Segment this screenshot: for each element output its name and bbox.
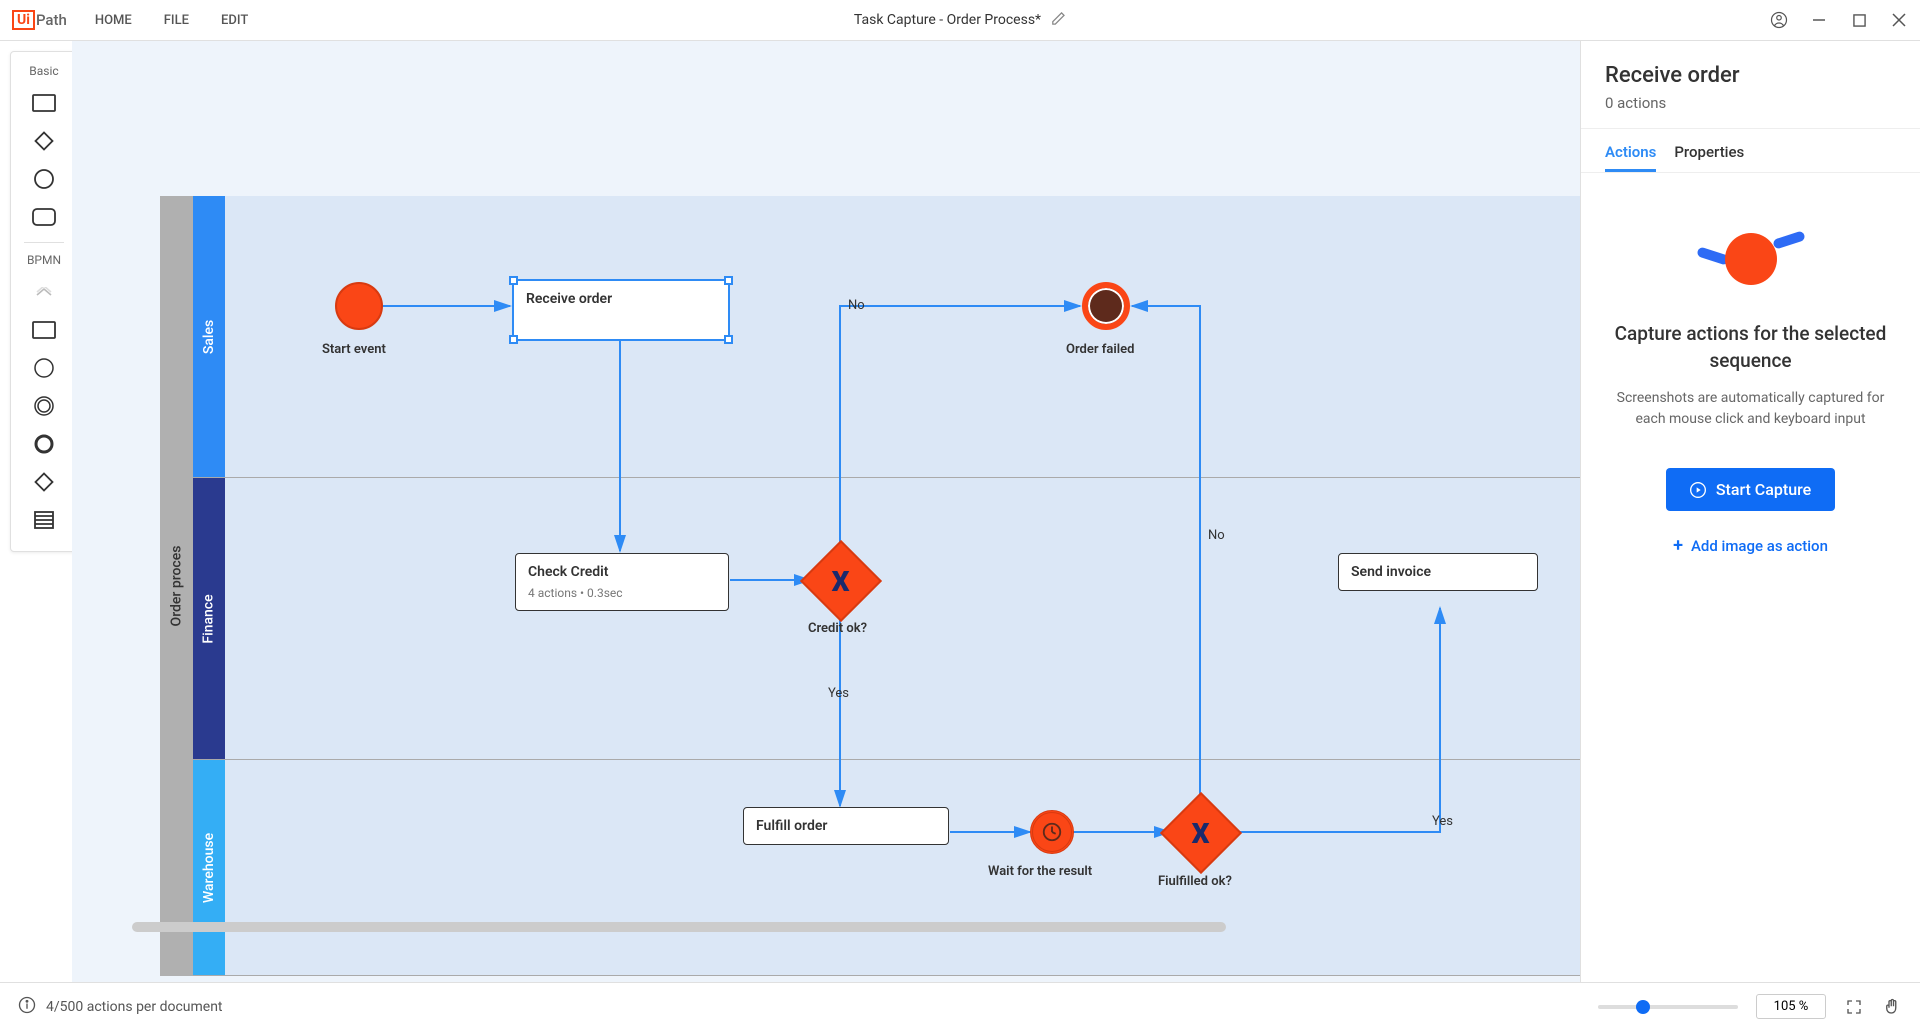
fit-screen-icon[interactable] bbox=[1844, 997, 1864, 1017]
info-icon[interactable] bbox=[18, 996, 36, 1018]
lane-warehouse-label: Warehouse bbox=[201, 832, 217, 902]
zoom-slider-thumb[interactable] bbox=[1636, 1000, 1650, 1014]
edit-title-icon[interactable] bbox=[1051, 11, 1066, 30]
start-capture-label: Start Capture bbox=[1716, 480, 1811, 499]
panel-title: Receive order bbox=[1605, 63, 1896, 88]
pool-title[interactable]: Order proces bbox=[160, 196, 193, 976]
menu-file[interactable]: FILE bbox=[164, 13, 189, 28]
document-title: Task Capture - Order Process* bbox=[854, 11, 1066, 30]
node-receive-order[interactable]: Receive order bbox=[512, 279, 730, 341]
panel-message-title: Capture actions for the selected sequenc… bbox=[1605, 321, 1896, 374]
tool-bpmn-intermediate-event[interactable] bbox=[24, 390, 64, 422]
pan-hand-icon[interactable] bbox=[1882, 997, 1902, 1017]
send-invoice-title: Send invoice bbox=[1351, 564, 1525, 580]
tool-rectangle[interactable] bbox=[24, 87, 64, 119]
toolbox-basic-label: Basic bbox=[29, 64, 58, 78]
node-start-event[interactable] bbox=[335, 282, 383, 330]
lane-sales[interactable]: Sales bbox=[193, 196, 1580, 478]
tool-circle[interactable] bbox=[24, 163, 64, 195]
label-credit-ok: Credit ok? bbox=[808, 621, 867, 636]
add-image-action-link[interactable]: + Add image as action bbox=[1673, 535, 1828, 556]
logo-prefix: Ui bbox=[12, 10, 35, 30]
fulfill-order-title: Fulfill order bbox=[756, 818, 936, 834]
shape-toolbox: Basic BPMN bbox=[10, 51, 78, 552]
tool-bpmn-task[interactable] bbox=[24, 314, 64, 346]
lane-sales-label: Sales bbox=[201, 319, 217, 353]
account-icon[interactable] bbox=[1770, 11, 1788, 29]
tool-collapse-icon[interactable] bbox=[24, 276, 64, 308]
node-send-invoice[interactable]: Send invoice bbox=[1338, 553, 1538, 591]
menu-home[interactable]: HOME bbox=[95, 13, 132, 28]
status-text: 4/500 actions per document bbox=[46, 999, 223, 1015]
main-menu: HOME FILE EDIT bbox=[95, 13, 248, 28]
app-logo: UiPath bbox=[12, 10, 67, 30]
menu-edit[interactable]: EDIT bbox=[221, 13, 248, 28]
node-wait-timer[interactable] bbox=[1030, 810, 1074, 854]
label-fulfilled-ok: Fiulfilled ok? bbox=[1158, 874, 1232, 889]
horizontal-scrollbar[interactable] bbox=[132, 922, 1226, 932]
lane-finance-label: Finance bbox=[201, 594, 217, 643]
toolbox-bpmn-label: BPMN bbox=[27, 253, 61, 267]
edge-label-yes1: Yes bbox=[828, 686, 849, 701]
plus-icon: + bbox=[1673, 535, 1683, 556]
edge-label-no2: No bbox=[1208, 528, 1225, 543]
node-check-credit[interactable]: Check Credit 4 actions • 0.3sec bbox=[515, 553, 729, 611]
maximize-icon[interactable] bbox=[1850, 11, 1868, 29]
start-capture-button[interactable]: Start Capture bbox=[1666, 468, 1835, 511]
play-icon bbox=[1690, 482, 1706, 498]
tool-bpmn-end-event[interactable] bbox=[24, 428, 64, 460]
edge-label-yes2: Yes bbox=[1432, 814, 1453, 829]
tool-bpmn-gateway[interactable] bbox=[24, 466, 64, 498]
add-image-label: Add image as action bbox=[1691, 537, 1828, 555]
side-panel: Receive order 0 actions Actions Properti… bbox=[1580, 41, 1920, 982]
node-fulfill-order[interactable]: Fulfill order bbox=[743, 807, 949, 845]
title-bar: UiPath HOME FILE EDIT Task Capture - Ord… bbox=[0, 0, 1920, 41]
zoom-input[interactable] bbox=[1756, 994, 1826, 1019]
edge-label-no1: No bbox=[848, 298, 865, 313]
node-order-failed[interactable] bbox=[1082, 282, 1130, 330]
zoom-slider[interactable] bbox=[1598, 1005, 1738, 1009]
check-credit-sub: 4 actions • 0.3sec bbox=[528, 586, 716, 600]
panel-subtitle: 0 actions bbox=[1605, 94, 1896, 112]
logo-suffix: Path bbox=[36, 11, 67, 29]
lane-warehouse[interactable]: Warehouse bbox=[193, 760, 1580, 976]
tool-rounded-rect[interactable] bbox=[24, 201, 64, 233]
mascot-icon bbox=[1701, 223, 1801, 293]
tool-bpmn-start-event[interactable] bbox=[24, 352, 64, 384]
label-start-event: Start event bbox=[322, 342, 386, 357]
tool-diamond[interactable] bbox=[24, 125, 64, 157]
tool-bpmn-data-object[interactable] bbox=[24, 504, 64, 536]
check-credit-title: Check Credit bbox=[528, 564, 716, 580]
receive-order-title: Receive order bbox=[526, 291, 716, 307]
diagram-canvas[interactable]: Order proces Sales Finance Warehouse bbox=[72, 41, 1580, 982]
swimlane-pool[interactable]: Order proces Sales Finance Warehouse bbox=[160, 196, 1580, 976]
minimize-icon[interactable] bbox=[1810, 11, 1828, 29]
tab-properties[interactable]: Properties bbox=[1674, 143, 1744, 172]
tab-actions[interactable]: Actions bbox=[1605, 143, 1656, 172]
panel-message-body: Screenshots are automatically captured f… bbox=[1605, 388, 1896, 430]
label-order-failed: Order failed bbox=[1066, 342, 1134, 357]
status-bar: 4/500 actions per document bbox=[0, 982, 1920, 1030]
lane-finance[interactable]: Finance bbox=[193, 478, 1580, 760]
label-wait-result: Wait for the result bbox=[988, 864, 1092, 879]
title-text: Task Capture - Order Process* bbox=[854, 12, 1041, 28]
close-icon[interactable] bbox=[1890, 11, 1908, 29]
